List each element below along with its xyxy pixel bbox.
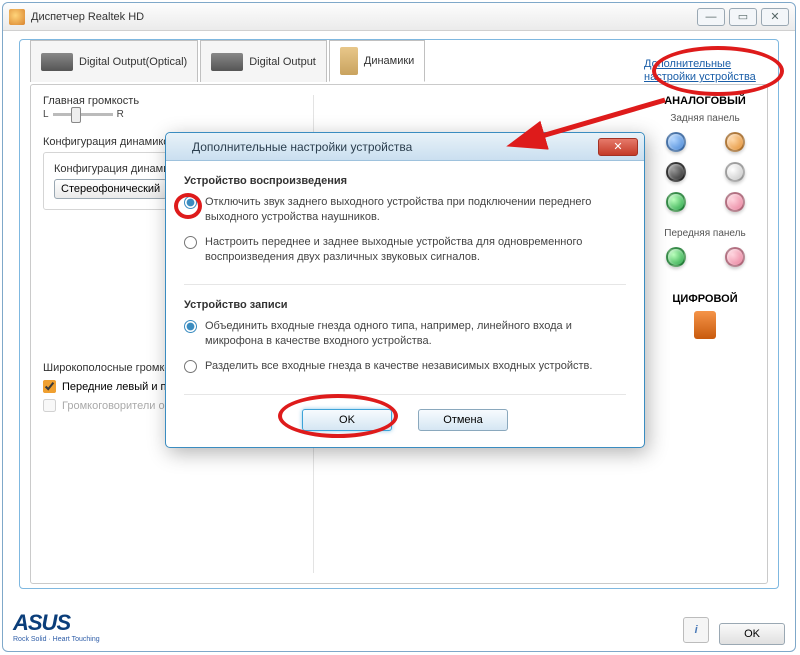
playback-title: Устройство воспроизведения [184, 175, 626, 187]
master-volume-group: Главная громкость L R [43, 95, 301, 120]
advanced-settings-dialog: Дополнительные настройки устройства ✕ Ус… [165, 132, 645, 448]
dialog-body: Устройство воспроизведения Отключить зву… [166, 161, 644, 447]
asus-logo: ASUS Rock Solid · Heart Touching [13, 610, 100, 643]
advanced-settings-link[interactable]: Дополнительные настройки устройства [644, 58, 756, 83]
jack-side[interactable] [725, 162, 745, 182]
playback-radio-1[interactable] [184, 196, 197, 209]
tab-label: Digital Output(Optical) [79, 56, 187, 68]
playback-radio-2[interactable] [184, 236, 197, 249]
footer: ASUS Rock Solid · Heart Touching i OK [3, 606, 795, 647]
back-panel-label: Задняя панель [655, 113, 755, 124]
back-jack-grid [655, 132, 755, 212]
advanced-settings-link-wrap: Дополнительные настройки устройства [644, 58, 774, 84]
jack-front-out[interactable] [666, 192, 686, 212]
record-title: Устройство записи [184, 299, 626, 311]
record-radio-2[interactable] [184, 360, 197, 373]
jack-front-mic[interactable] [725, 247, 745, 267]
record-option-split[interactable]: Разделить все входные гнезда в качестве … [184, 359, 626, 374]
record-group: Устройство записи Объединить входные гне… [184, 299, 626, 395]
slider-thumb[interactable] [71, 107, 81, 123]
wideband-surround-checkbox [43, 399, 56, 412]
record-radio-1[interactable] [184, 320, 197, 333]
record-option-merge[interactable]: Объединить входные гнезда одного типа, н… [184, 319, 626, 349]
tab-digital-output[interactable]: Digital Output [200, 40, 327, 82]
info-button[interactable]: i [683, 617, 709, 643]
maximize-button[interactable]: ▭ [729, 8, 757, 26]
record-option-label: Объединить входные гнезда одного типа, н… [205, 319, 626, 349]
playback-option-label: Отключить звук заднего выходного устройс… [205, 195, 626, 225]
speaker-config-combo[interactable]: Стереофонический [54, 179, 167, 199]
analog-title: АНАЛОГОВЫЙ [655, 95, 755, 107]
dialog-ok-button[interactable]: OK [302, 409, 392, 431]
jack-rear[interactable] [666, 162, 686, 182]
speaker-icon [9, 9, 25, 25]
record-option-label: Разделить все входные гнезда в качестве … [205, 359, 592, 374]
balance-slider[interactable] [53, 113, 113, 116]
main-ok-button[interactable]: OK [719, 623, 785, 645]
window-title: Диспетчер Realtek HD [31, 11, 697, 23]
dialog-buttons: OK Отмена [184, 409, 626, 431]
device-icon [41, 53, 73, 71]
tab-digital-optical[interactable]: Digital Output(Optical) [30, 40, 198, 82]
volume-label: Главная громкость [43, 95, 301, 107]
jack-mic[interactable] [725, 192, 745, 212]
asus-tagline: Rock Solid · Heart Touching [13, 636, 100, 643]
front-jack-grid [655, 247, 755, 267]
titlebar[interactable]: Диспетчер Realtek HD — ▭ ✕ [3, 3, 795, 31]
playback-option-mute-rear[interactable]: Отключить звук заднего выходного устройс… [184, 195, 626, 225]
front-panel-label: Передняя панель [655, 228, 755, 239]
balance-right-label: R [117, 109, 124, 120]
digital-out-icon[interactable] [694, 311, 716, 339]
tab-label: Digital Output [249, 56, 316, 68]
annotation-arrow [530, 98, 660, 132]
playback-group: Устройство воспроизведения Отключить зву… [184, 175, 626, 285]
digital-title: ЦИФРОВОЙ [655, 293, 755, 305]
tab-label: Динамики [364, 55, 414, 67]
device-icon [211, 53, 243, 71]
dialog-cancel-button[interactable]: Отмена [418, 409, 508, 431]
tab-speakers[interactable]: Динамики [329, 40, 425, 82]
asus-brand: ASUS [13, 610, 100, 636]
balance-left-label: L [43, 109, 49, 120]
playback-option-dual-stream[interactable]: Настроить переднее и заднее выходные уст… [184, 235, 626, 265]
playback-option-label: Настроить переднее и заднее выходные уст… [205, 235, 626, 265]
close-button[interactable]: ✕ [761, 8, 789, 26]
jack-front-hp[interactable] [666, 247, 686, 267]
speaker-icon [172, 140, 186, 154]
speakers-icon [340, 47, 358, 75]
minimize-button[interactable]: — [697, 8, 725, 26]
jack-panel: АНАЛОГОВЫЙ Задняя панель Передняя панель [655, 95, 755, 345]
jack-center[interactable] [725, 132, 745, 152]
wideband-front-checkbox[interactable] [43, 380, 56, 393]
